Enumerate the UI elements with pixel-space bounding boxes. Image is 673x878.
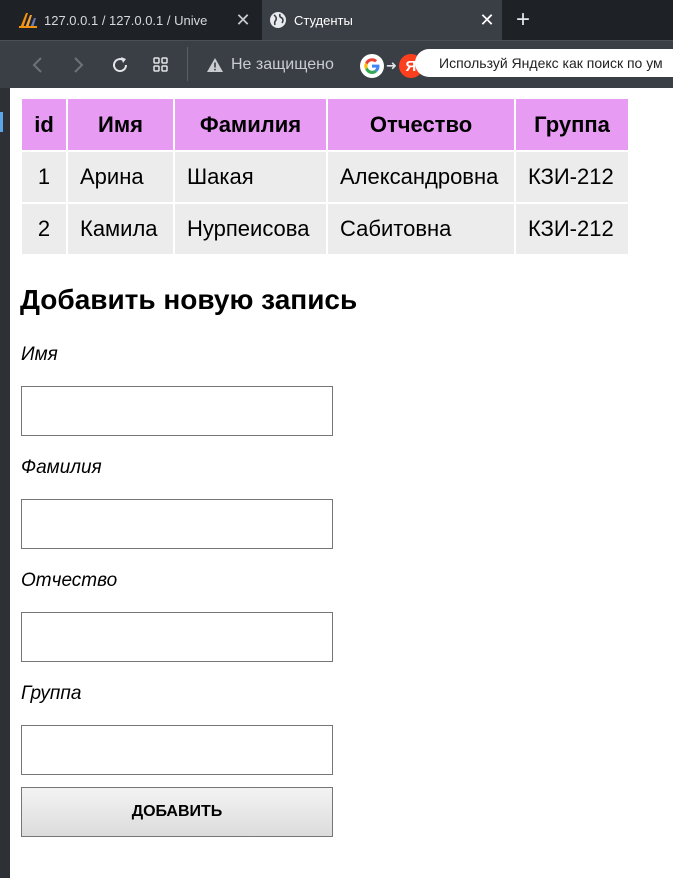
column-header-group: Группа [516, 99, 628, 150]
table-row: 1 Арина Шакая Александровна КЗИ-212 [22, 152, 628, 202]
cell-surname: Шакая [175, 152, 326, 202]
students-table: id Имя Фамилия Отчество Группа 1 Арина Ш… [20, 97, 630, 256]
globe-icon [268, 10, 288, 30]
back-button[interactable] [22, 49, 54, 81]
tab-phpmyadmin[interactable]: 127.0.0.1 / 127.0.0.1 / Unive ✕ [0, 0, 258, 40]
table-header-row: id Имя Фамилия Отчество Группа [22, 99, 628, 150]
patronymic-label: Отчество [21, 570, 118, 591]
page-content: id Имя Фамилия Отчество Группа 1 Арина Ш… [10, 88, 673, 878]
cell-patronymic: Александровна [328, 152, 514, 202]
tab-title: 127.0.0.1 / 127.0.0.1 / Unive [44, 12, 208, 28]
column-header-patronymic: Отчество [328, 99, 514, 150]
column-header-name: Имя [68, 99, 173, 150]
security-label: Не защищено [231, 56, 334, 73]
patronymic-input[interactable] [21, 612, 333, 662]
reload-icon [113, 57, 128, 73]
chevron-left-icon [32, 57, 42, 73]
close-icon[interactable]: ✕ [228, 5, 258, 35]
name-label: Имя [21, 344, 58, 365]
surname-label: Фамилия [21, 457, 102, 478]
cell-group: КЗИ-212 [516, 204, 628, 254]
security-indicator[interactable]: Не защищено [206, 53, 334, 77]
cell-surname: Нурпеисова [175, 204, 326, 254]
form-title: Добавить новую запись [20, 284, 358, 315]
chevron-right-icon [74, 57, 84, 73]
pma-icon [18, 10, 38, 30]
arrow-right-icon: ➜ [386, 58, 397, 73]
grid-icon [153, 57, 168, 72]
cell-patronymic: Сабитовна [328, 204, 514, 254]
apps-button[interactable] [145, 49, 177, 81]
cell-id: 2 [22, 204, 66, 254]
sidebar-indicator[interactable] [0, 112, 3, 132]
forward-button[interactable] [62, 49, 94, 81]
cell-group: КЗИ-212 [516, 152, 628, 202]
column-header-id: id [22, 99, 66, 150]
cell-id: 1 [22, 152, 66, 202]
tab-students[interactable]: Студенты ✕ [262, 0, 502, 40]
browser-toolbar: Не защищено ➜ Я Используй Яндекс как пои… [0, 40, 673, 88]
name-input[interactable] [21, 386, 333, 436]
toolbar-divider [187, 47, 188, 81]
surname-input[interactable] [21, 499, 333, 549]
tab-title: Студенты [294, 12, 353, 28]
close-icon[interactable]: ✕ [472, 5, 502, 35]
cell-name: Камила [68, 204, 173, 254]
reload-button[interactable] [104, 49, 136, 81]
sidebar-edge [0, 88, 10, 878]
tab-strip: 127.0.0.1 / 127.0.0.1 / Unive ✕ Студенты… [0, 0, 673, 40]
cell-name: Арина [68, 152, 173, 202]
new-tab-button[interactable]: + [508, 5, 538, 35]
warning-icon [206, 57, 224, 73]
column-header-surname: Фамилия [175, 99, 326, 150]
add-button[interactable]: ДОБАВИТЬ [21, 787, 333, 837]
table-row: 2 Камила Нурпеисова Сабитовна КЗИ-212 [22, 204, 628, 254]
search-promo[interactable]: ➜ Я [360, 51, 423, 81]
yandex-promo-banner[interactable]: Используй Яндекс как поиск по ум [415, 49, 673, 77]
group-label: Группа [21, 683, 82, 704]
google-icon [360, 54, 384, 78]
group-input[interactable] [21, 725, 333, 775]
